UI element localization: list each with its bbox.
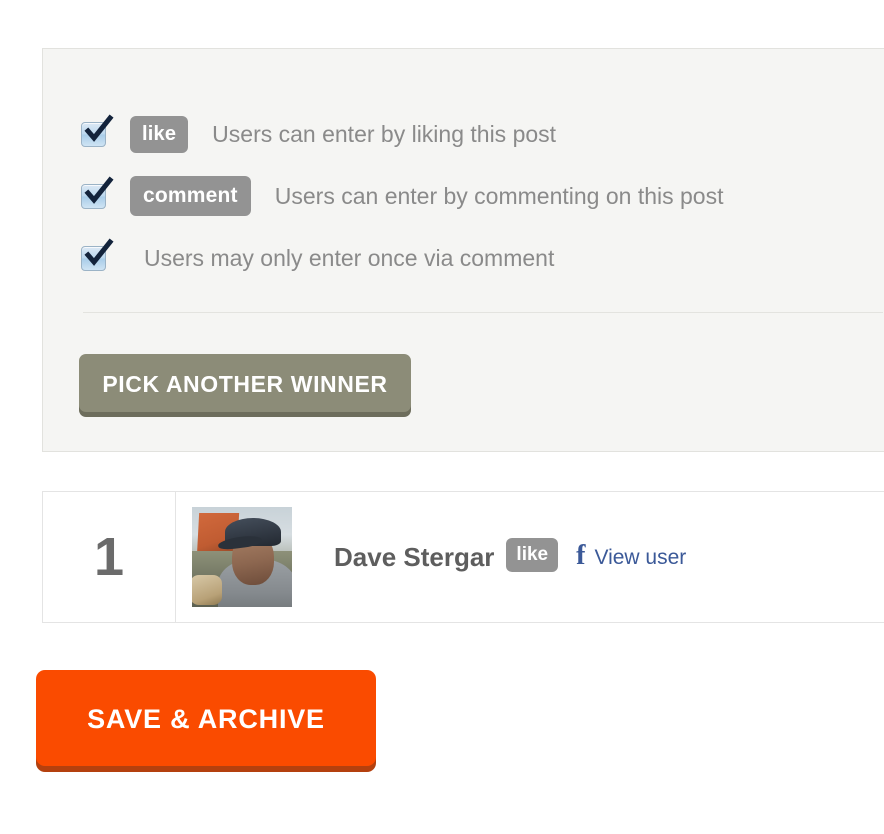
pick-another-winner-button[interactable]: PICK ANOTHER WINNER: [79, 354, 411, 412]
checkbox-enter-by-comment[interactable]: [81, 175, 114, 209]
winner-table-row: 1 Dave Stergar like f View user: [42, 491, 884, 623]
entry-settings-panel: like Users can enter by liking this post…: [42, 48, 884, 452]
save-and-archive-button[interactable]: SAVE & ARCHIVE: [36, 670, 376, 766]
checkbox-enter-by-like[interactable]: [81, 113, 114, 147]
entry-options-list: like Users can enter by liking this post…: [81, 103, 841, 289]
winner-entry-method-badge: like: [506, 538, 559, 572]
entry-method-badge-comment: comment: [130, 176, 251, 216]
view-user-label: View user: [594, 545, 687, 569]
entry-option-label-enter-once: Users may only enter once via comment: [144, 244, 555, 271]
winner-details-cell: Dave Stergar like f View user: [176, 492, 884, 622]
entry-option-label-like: Users can enter by liking this post: [212, 120, 557, 147]
entry-option-enter-once[interactable]: Users may only enter once via comment: [81, 227, 841, 289]
checkbox-enter-once-via-comment[interactable]: [81, 237, 114, 271]
winner-rank: 1: [43, 492, 176, 622]
avatar-hand-region: [192, 575, 222, 605]
entry-method-badge-like: like: [130, 115, 189, 153]
avatar: [192, 507, 292, 607]
entry-option-comment[interactable]: comment Users can enter by commenting on…: [81, 165, 841, 227]
entry-option-like[interactable]: like Users can enter by liking this post: [81, 103, 841, 165]
panel-divider: [83, 312, 883, 313]
entry-option-label-comment: Users can enter by commenting on this po…: [274, 182, 724, 209]
winner-name: Dave Stergar: [334, 542, 495, 572]
view-user-link[interactable]: f View user: [576, 540, 687, 571]
facebook-f-icon: f: [576, 540, 586, 571]
